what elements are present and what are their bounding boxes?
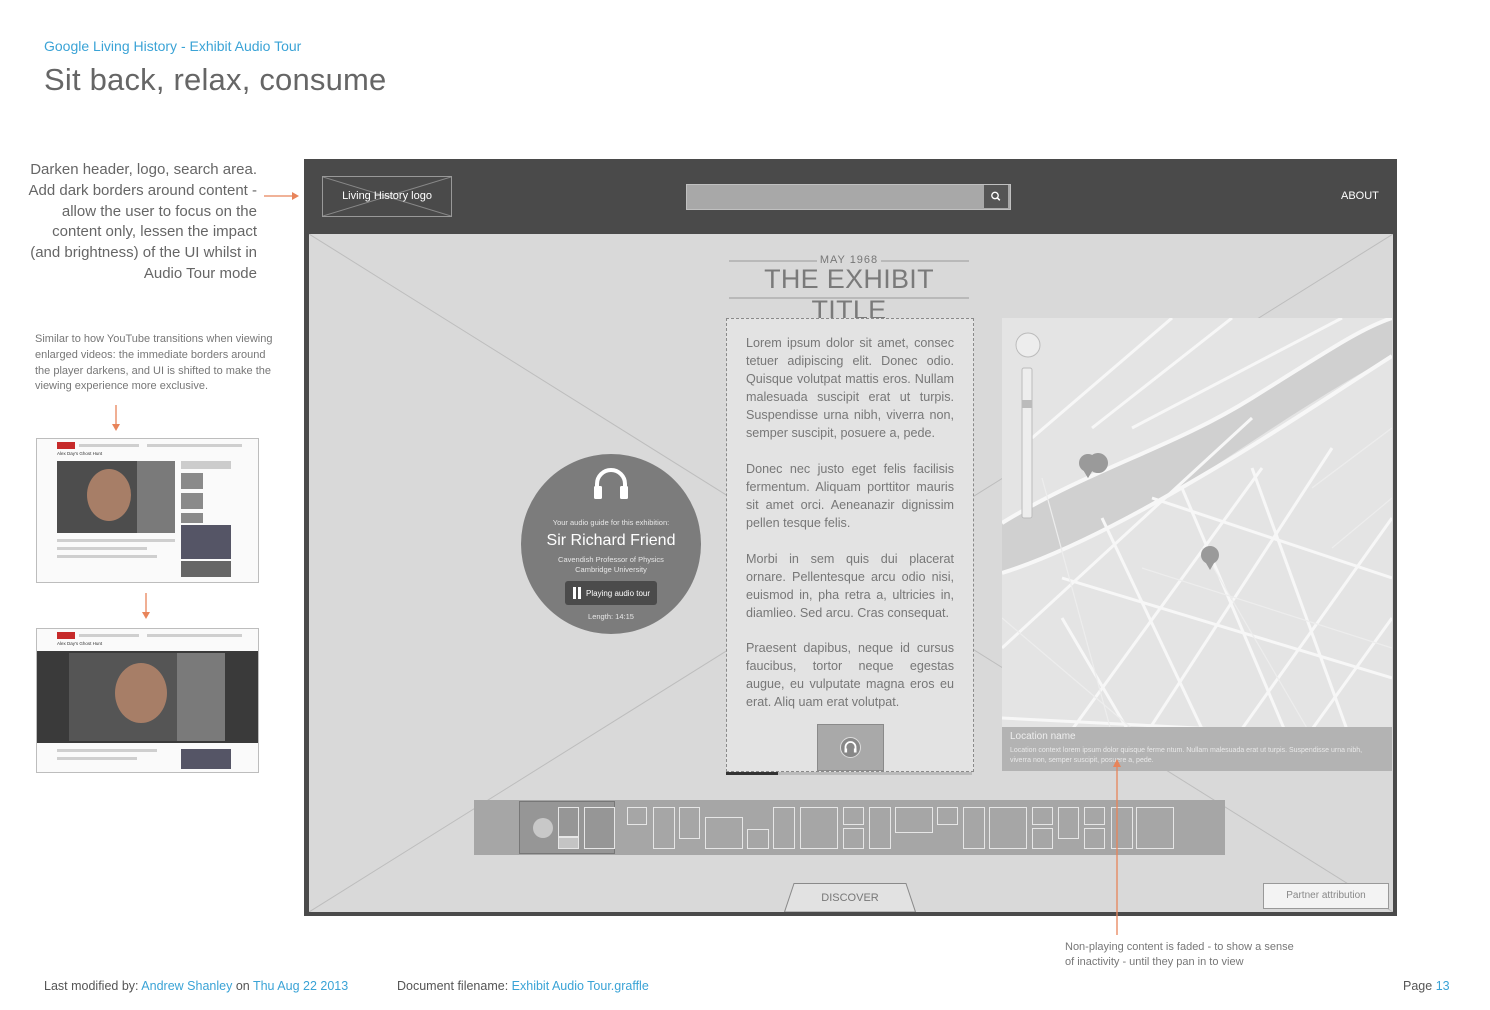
strip-tile[interactable] [584,807,615,849]
audio-guide-name: Sir Richard Friend [546,532,676,549]
strip-tile[interactable] [1084,807,1105,825]
annotation-arrow-right-icon [264,192,299,200]
document-subtitle: Google Living History - Exhibit Audio To… [44,38,302,54]
exhibit-paragraph: Morbi in sem quis dui placerat ornare. P… [746,552,954,620]
footer-on: on [235,979,250,993]
audio-length: Length: 14:15 [588,612,634,621]
strip-tile[interactable] [1058,807,1079,839]
map-location-info: Location name Location context lorem ips… [1002,727,1392,771]
strip-tile[interactable] [843,807,864,825]
discover-tab[interactable]: DISCOVER [784,883,916,912]
strip-tile[interactable] [843,828,864,849]
youtube-screenshot-normal: Alex Day's Ghost Hunt [36,438,259,583]
annotation-arrow-up-icon [1113,759,1121,935]
strip-tile[interactable] [1032,807,1053,825]
discover-label: DISCOVER [821,892,879,904]
exhibit-paragraph: Lorem ipsum dolor sit amet, consec tetue… [746,336,954,440]
map-streets [1002,318,1392,771]
footer-filename: Document filename: Exhibit Audio Tour.gr… [397,979,649,993]
pause-icon [573,587,581,599]
strip-tile[interactable] [705,817,743,849]
playing-audio-tour-button[interactable]: Playing audio tour [565,581,657,605]
strip-tile[interactable] [679,807,700,839]
audio-progress-fill [726,772,778,775]
strip-tile[interactable] [558,837,579,849]
footer-filename-value: Exhibit Audio Tour.graffle [511,979,649,993]
video-title: Alex Day's Ghost Hunt [57,451,103,456]
strip-tile[interactable] [653,807,675,849]
video-player [69,653,225,741]
footer-date: Thu Aug 22 2013 [252,979,349,993]
about-link[interactable]: ABOUT [1341,190,1379,202]
strip-tile[interactable] [747,829,769,849]
strip-tile[interactable] [895,807,933,833]
headphones-icon [594,468,628,499]
search-input[interactable] [686,184,1011,210]
strip-tile[interactable] [937,807,958,825]
audio-guide-role: Cavendish Professor of Physics Cambridge… [521,555,701,575]
strip-tile[interactable] [558,807,579,837]
annotation-darken-header: Darken header, logo, search area. Add da… [28,161,257,282]
annotation-youtube-transition: Similar to how YouTube transitions when … [35,333,273,393]
video-title: Alex Day's Ghost Hunt [57,641,103,646]
youtube-logo [57,442,75,449]
annotation-arrow-down-icon [112,405,120,431]
footer-page-number: Page 13 [1403,979,1450,993]
video-player [57,461,175,533]
strip-tile[interactable] [773,807,795,849]
search-button[interactable] [984,185,1008,208]
footer-author: Andrew Shanley [141,979,233,993]
strip-tile[interactable] [1084,828,1105,849]
footer-page-label: Page [1403,979,1433,993]
living-history-logo[interactable]: Living History logo [322,176,452,217]
strip-tile[interactable] [869,807,891,849]
footer-last-modified: Last modified by: Andrew Shanley on Thu … [44,979,348,993]
exhibit-paragraph: Praesent dapibus, neque id cursus faucib… [746,641,954,709]
strip-tile[interactable] [800,807,838,849]
youtube-screenshot-enlarged: Alex Day's Ghost Hunt [36,628,259,773]
annotation-arrow-down-icon [142,593,150,619]
footer-page-value: 13 [1435,979,1450,993]
location-description: Location context lorem ipsum dolor quisq… [1010,747,1363,764]
audio-guide-role-line: Cavendish Professor of Physics [558,555,664,564]
location-name: Location name [1010,731,1076,742]
logo-label: Living History logo [342,190,432,202]
footer-filename-label: Document filename: [397,979,509,993]
annotation-faded-content: Non-playing content is faded - to show a… [1065,941,1294,968]
playing-audio-tour-label: Playing audio tour [586,589,651,598]
strip-tile[interactable] [1136,807,1174,849]
footer-modified-label: Last modified by: [44,979,139,993]
strip-tile[interactable] [989,807,1027,849]
partner-attribution[interactable]: Partner attribution [1263,883,1389,909]
headphones-icon [840,737,861,758]
current-position-icon [533,818,553,838]
youtube-logo [57,632,75,639]
exhibit-title: THE EXHIBIT TITLE [764,264,934,325]
exhibit-text-card[interactable]: Lorem ipsum dolor sit amet, consec tetue… [726,318,974,772]
strip-tile[interactable] [627,807,647,825]
audio-guide-panel: Your audio guide for this exhibition: Si… [521,454,701,634]
card-audio-button[interactable] [817,724,884,771]
strip-tile[interactable] [963,807,985,849]
search-icon [991,191,1001,201]
location-map[interactable] [1002,318,1392,771]
partner-attribution-label: Partner attribution [1286,890,1366,901]
document-title: Sit back, relax, consume [44,62,387,97]
exhibit-paragraph: Donec nec justo eget felis facilisis fer… [746,462,954,530]
strip-tile[interactable] [1032,828,1053,849]
audio-guide-label: Your audio guide for this exhibition: [552,518,670,527]
audio-progress-bar[interactable] [726,772,972,775]
audio-guide-affiliation: Cambridge University [575,565,647,574]
